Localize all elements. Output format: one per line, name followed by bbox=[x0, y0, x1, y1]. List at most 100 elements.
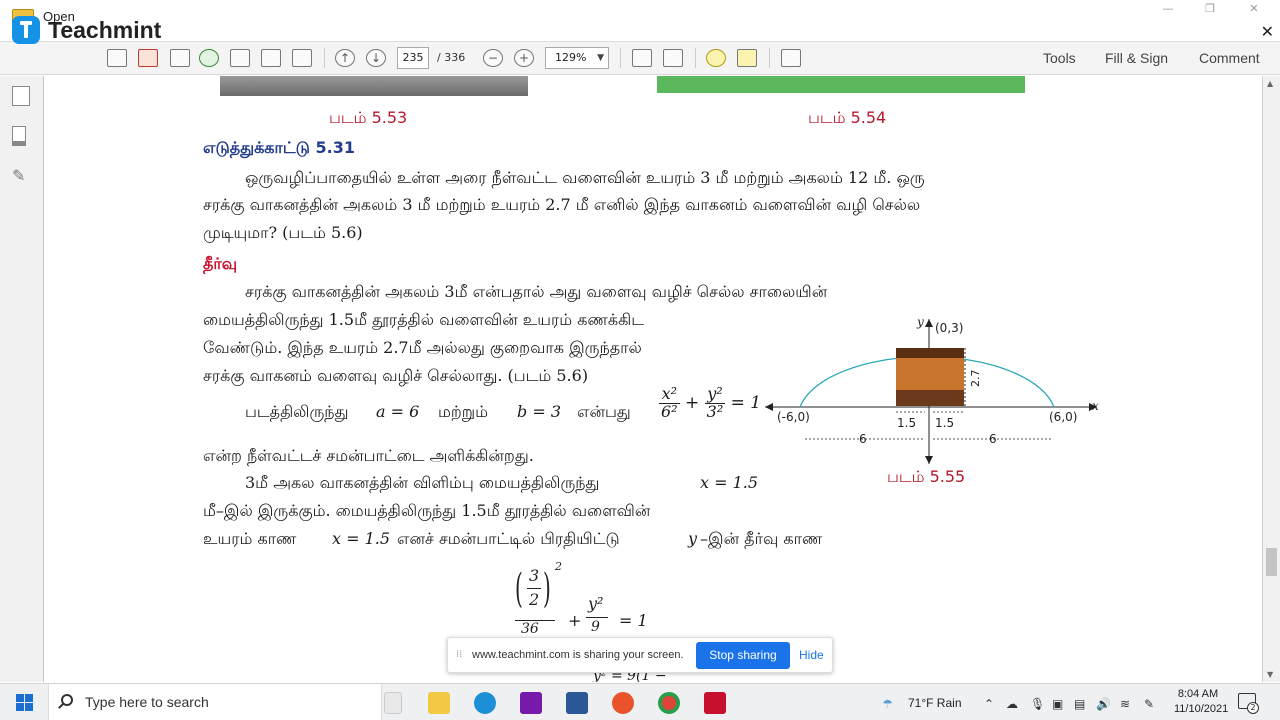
stop-sharing-button[interactable]: Stop sharing bbox=[696, 642, 790, 669]
print-icon[interactable] bbox=[261, 49, 281, 67]
truck-bottom bbox=[896, 390, 964, 406]
microphone-icon[interactable]: 🎙 bbox=[1030, 697, 1045, 711]
network-icon[interactable]: ▤ bbox=[1074, 697, 1085, 711]
page-thumbnails-icon[interactable] bbox=[12, 86, 30, 106]
tools-button[interactable]: Tools bbox=[1043, 50, 1076, 66]
solution-line-4: சரக்கு வாகனம் வளைவு வழிச் செல்லாது. (படம… bbox=[203, 366, 589, 385]
y-axis-arrow-down bbox=[925, 456, 933, 464]
eq2-y-bar bbox=[586, 617, 608, 618]
wifi-icon[interactable]: ≋ bbox=[1120, 697, 1130, 711]
pen-icon[interactable]: ✎ bbox=[1144, 697, 1154, 711]
upload-cloud-icon[interactable] bbox=[199, 49, 219, 67]
fit-width-icon[interactable] bbox=[632, 49, 652, 67]
eq2-frac-num: 3 bbox=[529, 566, 540, 585]
firefox-icon[interactable] bbox=[612, 692, 634, 714]
problem-line-1: ஒருவழிப்பாதையில் உள்ள அரை நீள்வட்ட வளைவி… bbox=[245, 168, 925, 187]
toolbar-separator bbox=[620, 48, 621, 68]
vertex-label: (0,3) bbox=[935, 321, 963, 335]
next-page-icon[interactable]: ↓ bbox=[366, 49, 386, 67]
weather-icon[interactable]: ☂ bbox=[882, 697, 893, 711]
comment-button[interactable]: Comment bbox=[1199, 50, 1260, 66]
task-view-icon[interactable] bbox=[384, 692, 402, 714]
edge-browser-icon[interactable] bbox=[474, 692, 496, 714]
left-vertex-label: (-6,0) bbox=[777, 410, 810, 424]
eq2-y-fraction: y² 9 bbox=[586, 594, 610, 635]
zoom-select[interactable]: 129% ▼ bbox=[545, 47, 609, 69]
email-icon[interactable] bbox=[292, 49, 312, 67]
problem-line-2: சரக்கு வாகனத்தின் அகலம் 3 மீ மற்றும் உயர… bbox=[203, 195, 921, 214]
right-distance-label: 6 bbox=[989, 432, 997, 446]
app-icon[interactable] bbox=[566, 692, 588, 714]
notification-icon[interactable]: 2 bbox=[1238, 693, 1259, 714]
chrome-icon[interactable] bbox=[658, 692, 680, 714]
volume-icon[interactable]: 🔊 bbox=[1096, 697, 1111, 711]
previous-page-icon[interactable]: ↑ bbox=[335, 49, 355, 67]
half-left-label: 1.5 bbox=[897, 416, 916, 430]
a-value: a = 6 bbox=[376, 402, 420, 421]
close-window-button[interactable]: ✕ bbox=[1234, 2, 1274, 15]
file-explorer-icon[interactable] bbox=[428, 692, 450, 714]
fit-page-icon[interactable] bbox=[663, 49, 683, 67]
figure-5-55-caption: படம் 5.55 bbox=[887, 467, 966, 486]
window-title-bar: — ❐ ✕ bbox=[0, 0, 1280, 22]
share-message: www.teachmint.com is sharing your screen… bbox=[472, 649, 684, 661]
ellipse-arch-figure: y x (0,3) (-6,0) (6,0) 2.7 1.5 1.5 6 6 bbox=[765, 315, 1099, 464]
edit-pdf-icon[interactable] bbox=[170, 49, 190, 67]
right-vertex-label: (6,0) bbox=[1049, 410, 1077, 424]
paren-left: ( bbox=[515, 566, 523, 612]
x-equals-1-5: x = 1.5 bbox=[700, 473, 759, 492]
teachmint-logo-icon bbox=[12, 16, 40, 44]
eq2-frac-den: 2 bbox=[529, 590, 540, 609]
system-clock[interactable]: 8:04 AM 11/10/2021 bbox=[1174, 687, 1228, 717]
vertical-scrollbar[interactable]: ▲ ▼ bbox=[1262, 76, 1280, 682]
onenote-icon[interactable] bbox=[520, 692, 542, 714]
acrobat-reader-icon[interactable] bbox=[704, 692, 726, 714]
notification-count: 2 bbox=[1247, 702, 1259, 714]
highlight-icon[interactable] bbox=[737, 49, 757, 67]
fill-sign-button[interactable]: Fill & Sign bbox=[1105, 50, 1168, 66]
create-pdf-icon[interactable] bbox=[107, 49, 127, 67]
solution-line-2: மையத்திலிருந்து 1.5மீ தூரத்தில் வளைவின் … bbox=[203, 310, 644, 329]
save-icon[interactable] bbox=[230, 49, 250, 67]
page-number-input[interactable]: 235 bbox=[397, 47, 429, 69]
weather-text[interactable]: 71°F Rain bbox=[908, 696, 962, 710]
from-figure-text: படத்திலிருந்து bbox=[245, 402, 349, 421]
drag-handle-icon[interactable]: ⁞⁞ bbox=[456, 649, 462, 660]
chevron-up-icon[interactable]: ⌃ bbox=[984, 697, 994, 711]
eq2-y-num: y² bbox=[588, 594, 604, 613]
windows-taskbar: Type here to search ☂ 71°F Rain ⌃ ☁ 🎙 ▣ … bbox=[0, 683, 1280, 720]
fullscreen-icon[interactable] bbox=[781, 49, 801, 67]
taskbar-search-box[interactable]: Type here to search bbox=[48, 684, 382, 720]
scroll-down-icon[interactable]: ▼ bbox=[1267, 670, 1273, 679]
document-close-icon[interactable]: ✕ bbox=[1261, 22, 1274, 41]
bookmark-icon[interactable] bbox=[12, 126, 26, 146]
eq-x-denominator: 6² bbox=[661, 401, 678, 421]
x-axis-label: x bbox=[1092, 399, 1099, 413]
clock-time: 8:04 AM bbox=[1177, 688, 1219, 700]
para2-line-1: 3மீ அகல வாகனத்தின் விளிம்பு மையத்திலிருந… bbox=[245, 473, 600, 492]
y-axis-arrow-up bbox=[925, 319, 933, 327]
minimize-button[interactable]: — bbox=[1148, 2, 1188, 15]
eq2-36: 36 bbox=[521, 621, 539, 637]
windows-start-icon[interactable] bbox=[16, 694, 33, 711]
eq2-9: 9 bbox=[591, 619, 600, 635]
figure-5-53-image bbox=[220, 76, 528, 96]
scroll-up-icon[interactable]: ▲ bbox=[1267, 79, 1273, 88]
cloud-icon[interactable]: ☁ bbox=[1006, 697, 1018, 711]
scroll-thumb[interactable] bbox=[1266, 548, 1277, 576]
export-pdf-icon[interactable] bbox=[138, 49, 158, 67]
attachment-icon[interactable]: ✎ bbox=[12, 166, 30, 186]
hide-button[interactable]: Hide bbox=[799, 648, 824, 662]
problem-line-3: முடியுமா? (படம் 5.6) bbox=[203, 223, 363, 242]
ellipse-equation: x² 6² + y² 3² = 1 bbox=[659, 385, 761, 421]
eq2-frac-bar bbox=[527, 588, 541, 589]
display-icon[interactable]: ▣ bbox=[1052, 697, 1063, 711]
toolbar-separator bbox=[324, 48, 325, 68]
maximize-button[interactable]: ❐ bbox=[1190, 2, 1230, 15]
zoom-out-icon[interactable]: − bbox=[483, 49, 503, 67]
zoom-value: 129% bbox=[555, 51, 587, 64]
zoom-in-icon[interactable]: + bbox=[514, 49, 534, 67]
comment-icon[interactable] bbox=[706, 49, 726, 67]
eq2-exponent: 2 bbox=[555, 560, 562, 573]
eq2-equals: = 1 bbox=[619, 611, 648, 630]
